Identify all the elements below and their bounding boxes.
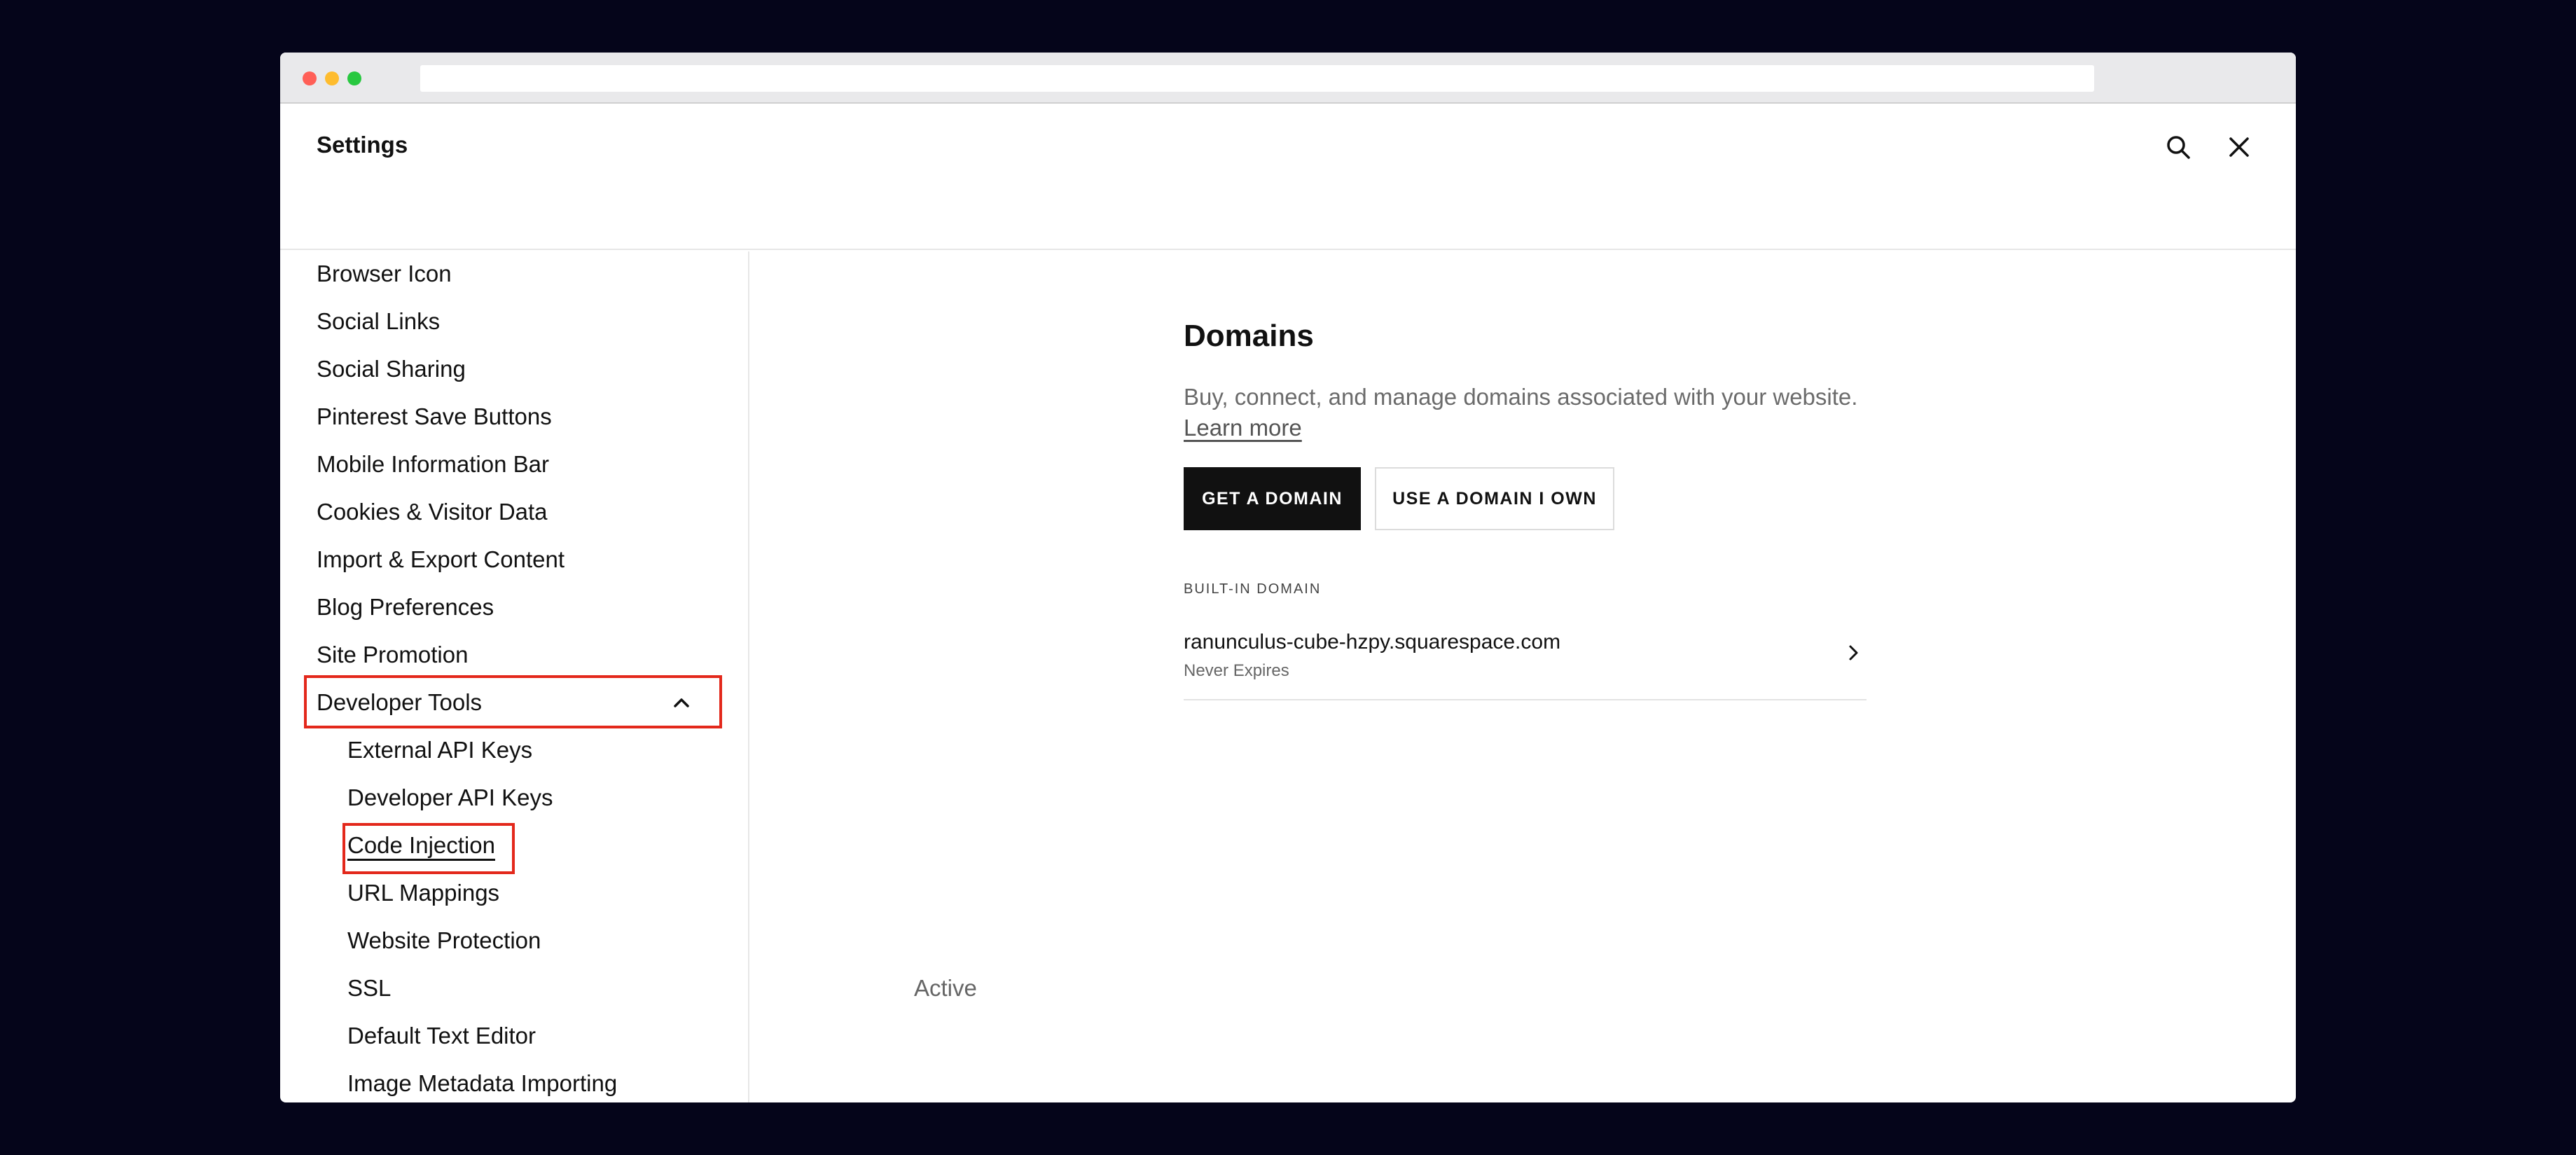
sidebar-item-code-injection[interactable]: Code Injection	[347, 831, 495, 859]
sidebar-item-image-metadata-importing[interactable]: Image Metadata Importing	[347, 1070, 617, 1098]
domain-expiry: Never Expires	[1184, 661, 1289, 680]
use-a-domain-i-own-button[interactable]: USE A DOMAIN I OWN	[1375, 467, 1614, 530]
browser-window: Settings Browser Icon Social Links Socia…	[280, 53, 2296, 1102]
get-a-domain-button[interactable]: GET A DOMAIN	[1184, 467, 1361, 530]
maximize-window-button[interactable]	[347, 71, 361, 85]
sidebar-item-import-export-content[interactable]: Import & Export Content	[317, 546, 565, 574]
sidebar-item-mobile-information-bar[interactable]: Mobile Information Bar	[317, 450, 549, 478]
close-window-button[interactable]	[303, 71, 317, 85]
sidebar-item-website-protection[interactable]: Website Protection	[347, 927, 541, 955]
search-icon[interactable]	[2164, 133, 2192, 161]
sidebar-item-developer-tools[interactable]: Developer Tools	[317, 689, 482, 717]
domains-description: Buy, connect, and manage domains associa…	[1184, 382, 1884, 443]
domain-name: ranunculus-cube-hzpy.squarespace.com	[1184, 630, 1561, 653]
sidebar-item-pinterest-save-buttons[interactable]: Pinterest Save Buttons	[317, 403, 552, 431]
description-text: Buy, connect, and manage domains associa…	[1184, 384, 1858, 410]
sidebar-item-external-api-keys[interactable]: External API Keys	[347, 736, 532, 764]
page-title: Settings	[317, 132, 408, 158]
sidebar-item-cookies-visitor-data[interactable]: Cookies & Visitor Data	[317, 498, 548, 526]
minimize-window-button[interactable]	[325, 71, 339, 85]
sidebar-item-browser-icon[interactable]: Browser Icon	[317, 260, 452, 288]
ssl-status-badge: Active	[914, 975, 977, 1001]
browser-titlebar	[280, 53, 2296, 104]
address-bar[interactable]	[420, 65, 2094, 92]
close-icon[interactable]	[2225, 133, 2253, 161]
chevron-right-icon	[1849, 645, 1858, 661]
sidebar-item-default-text-editor[interactable]: Default Text Editor	[347, 1022, 536, 1050]
sidebar-item-developer-api-keys[interactable]: Developer API Keys	[347, 784, 553, 812]
chevron-up-icon[interactable]	[669, 690, 694, 715]
sidebar-item-ssl[interactable]: SSL	[347, 974, 391, 1002]
built-in-domain-label: BUILT-IN DOMAIN	[1184, 581, 1322, 597]
domains-heading: Domains	[1184, 319, 1314, 353]
sidebar-item-blog-preferences[interactable]: Blog Preferences	[317, 593, 494, 621]
sidebar-item-social-sharing[interactable]: Social Sharing	[317, 355, 466, 383]
sidebar-item-social-links[interactable]: Social Links	[317, 307, 440, 336]
built-in-domain-row[interactable]: ranunculus-cube-hzpy.squarespace.com Nev…	[1184, 630, 1867, 700]
learn-more-link[interactable]: Learn more	[1184, 415, 1302, 441]
settings-header	[280, 105, 2296, 250]
sidebar-item-site-promotion[interactable]: Site Promotion	[317, 641, 468, 669]
sidebar-item-url-mappings[interactable]: URL Mappings	[347, 879, 499, 907]
